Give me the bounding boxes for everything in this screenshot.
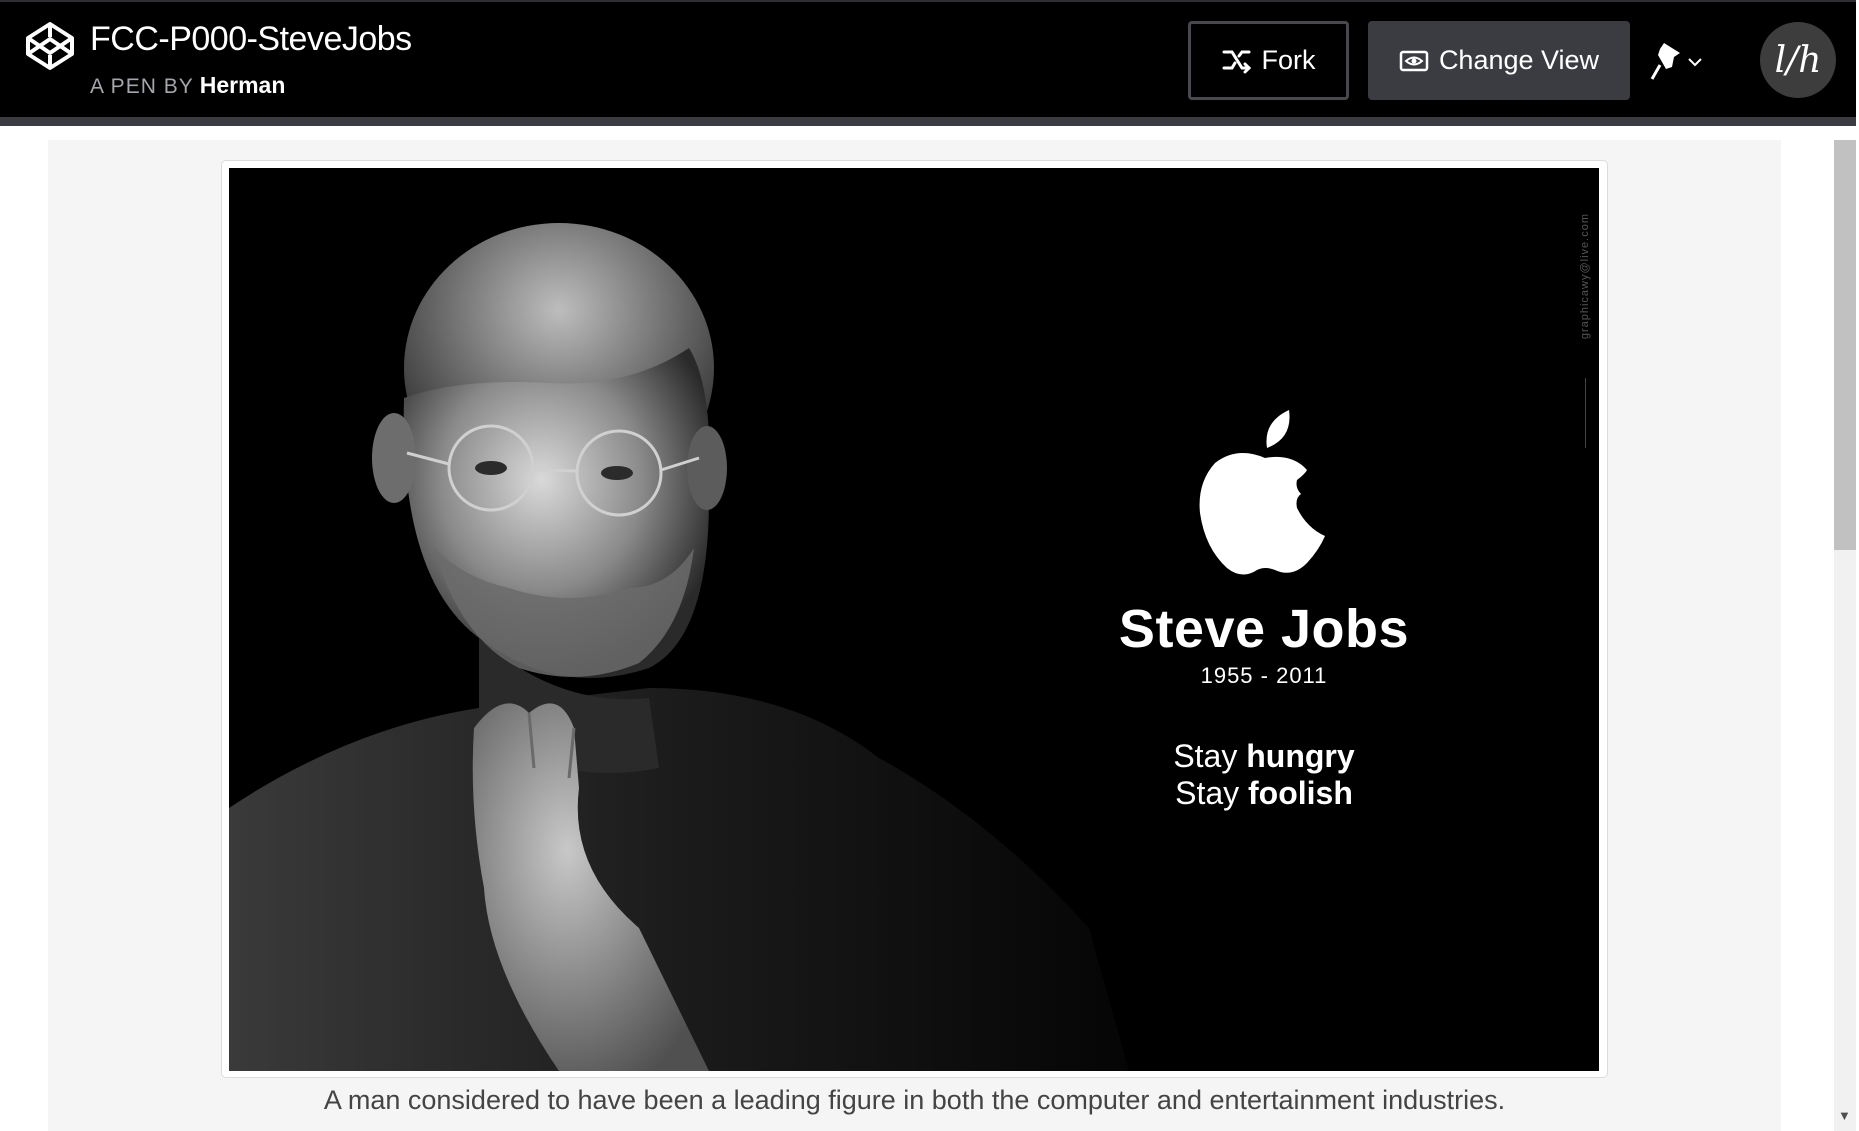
scroll-down-arrow-icon[interactable]: ▼	[1838, 1108, 1851, 1123]
change-view-button[interactable]: Change View	[1368, 21, 1630, 100]
image-credit: graphicawy@live.com	[1579, 213, 1591, 340]
pen-title[interactable]: FCC-P000-SteveJobs	[90, 20, 412, 59]
scrollbar-thumb[interactable]	[1834, 140, 1856, 550]
portrait-photo	[229, 223, 1129, 1071]
pin-menu-button[interactable]	[1650, 34, 1710, 89]
user-avatar[interactable]: l/h	[1760, 22, 1836, 98]
quote-stay-2: Stay	[1175, 775, 1240, 811]
credit-divider	[1585, 378, 1586, 448]
steve-jobs-tribute-image: Steve Jobs 1955 - 2011 Stay hungry Stay …	[229, 168, 1599, 1071]
fork-button[interactable]: Fork	[1188, 21, 1349, 100]
tribute-quote: Stay hungry Stay foolish	[999, 738, 1529, 812]
codepen-logo-icon[interactable]	[24, 20, 76, 72]
eye-window-icon	[1399, 50, 1429, 71]
fork-icon	[1222, 50, 1251, 73]
change-view-label: Change View	[1438, 45, 1600, 75]
tribute-name: Steve Jobs	[1118, 599, 1410, 659]
quote-foolish: foolish	[1248, 775, 1353, 811]
image-caption: A man considered to have been a leading …	[323, 1085, 1506, 1115]
pin-icon	[1650, 42, 1680, 80]
header-divider	[0, 117, 1856, 126]
quote-stay-1: Stay	[1173, 738, 1238, 774]
fork-label: Fork	[1261, 45, 1316, 75]
chevron-down-icon	[1688, 57, 1702, 66]
apple-logo-icon	[1199, 410, 1325, 575]
quote-hungry: hungry	[1246, 738, 1355, 774]
author-link[interactable]: Herman	[200, 72, 286, 98]
tribute-years: 1955 - 2011	[1200, 663, 1328, 688]
byline-prefix: A PEN BY	[90, 75, 194, 98]
pen-byline: A PEN BY Herman	[90, 72, 285, 99]
pen-header: FCC-P000-SteveJobs A PEN BY Herman Fork C…	[0, 0, 1856, 117]
